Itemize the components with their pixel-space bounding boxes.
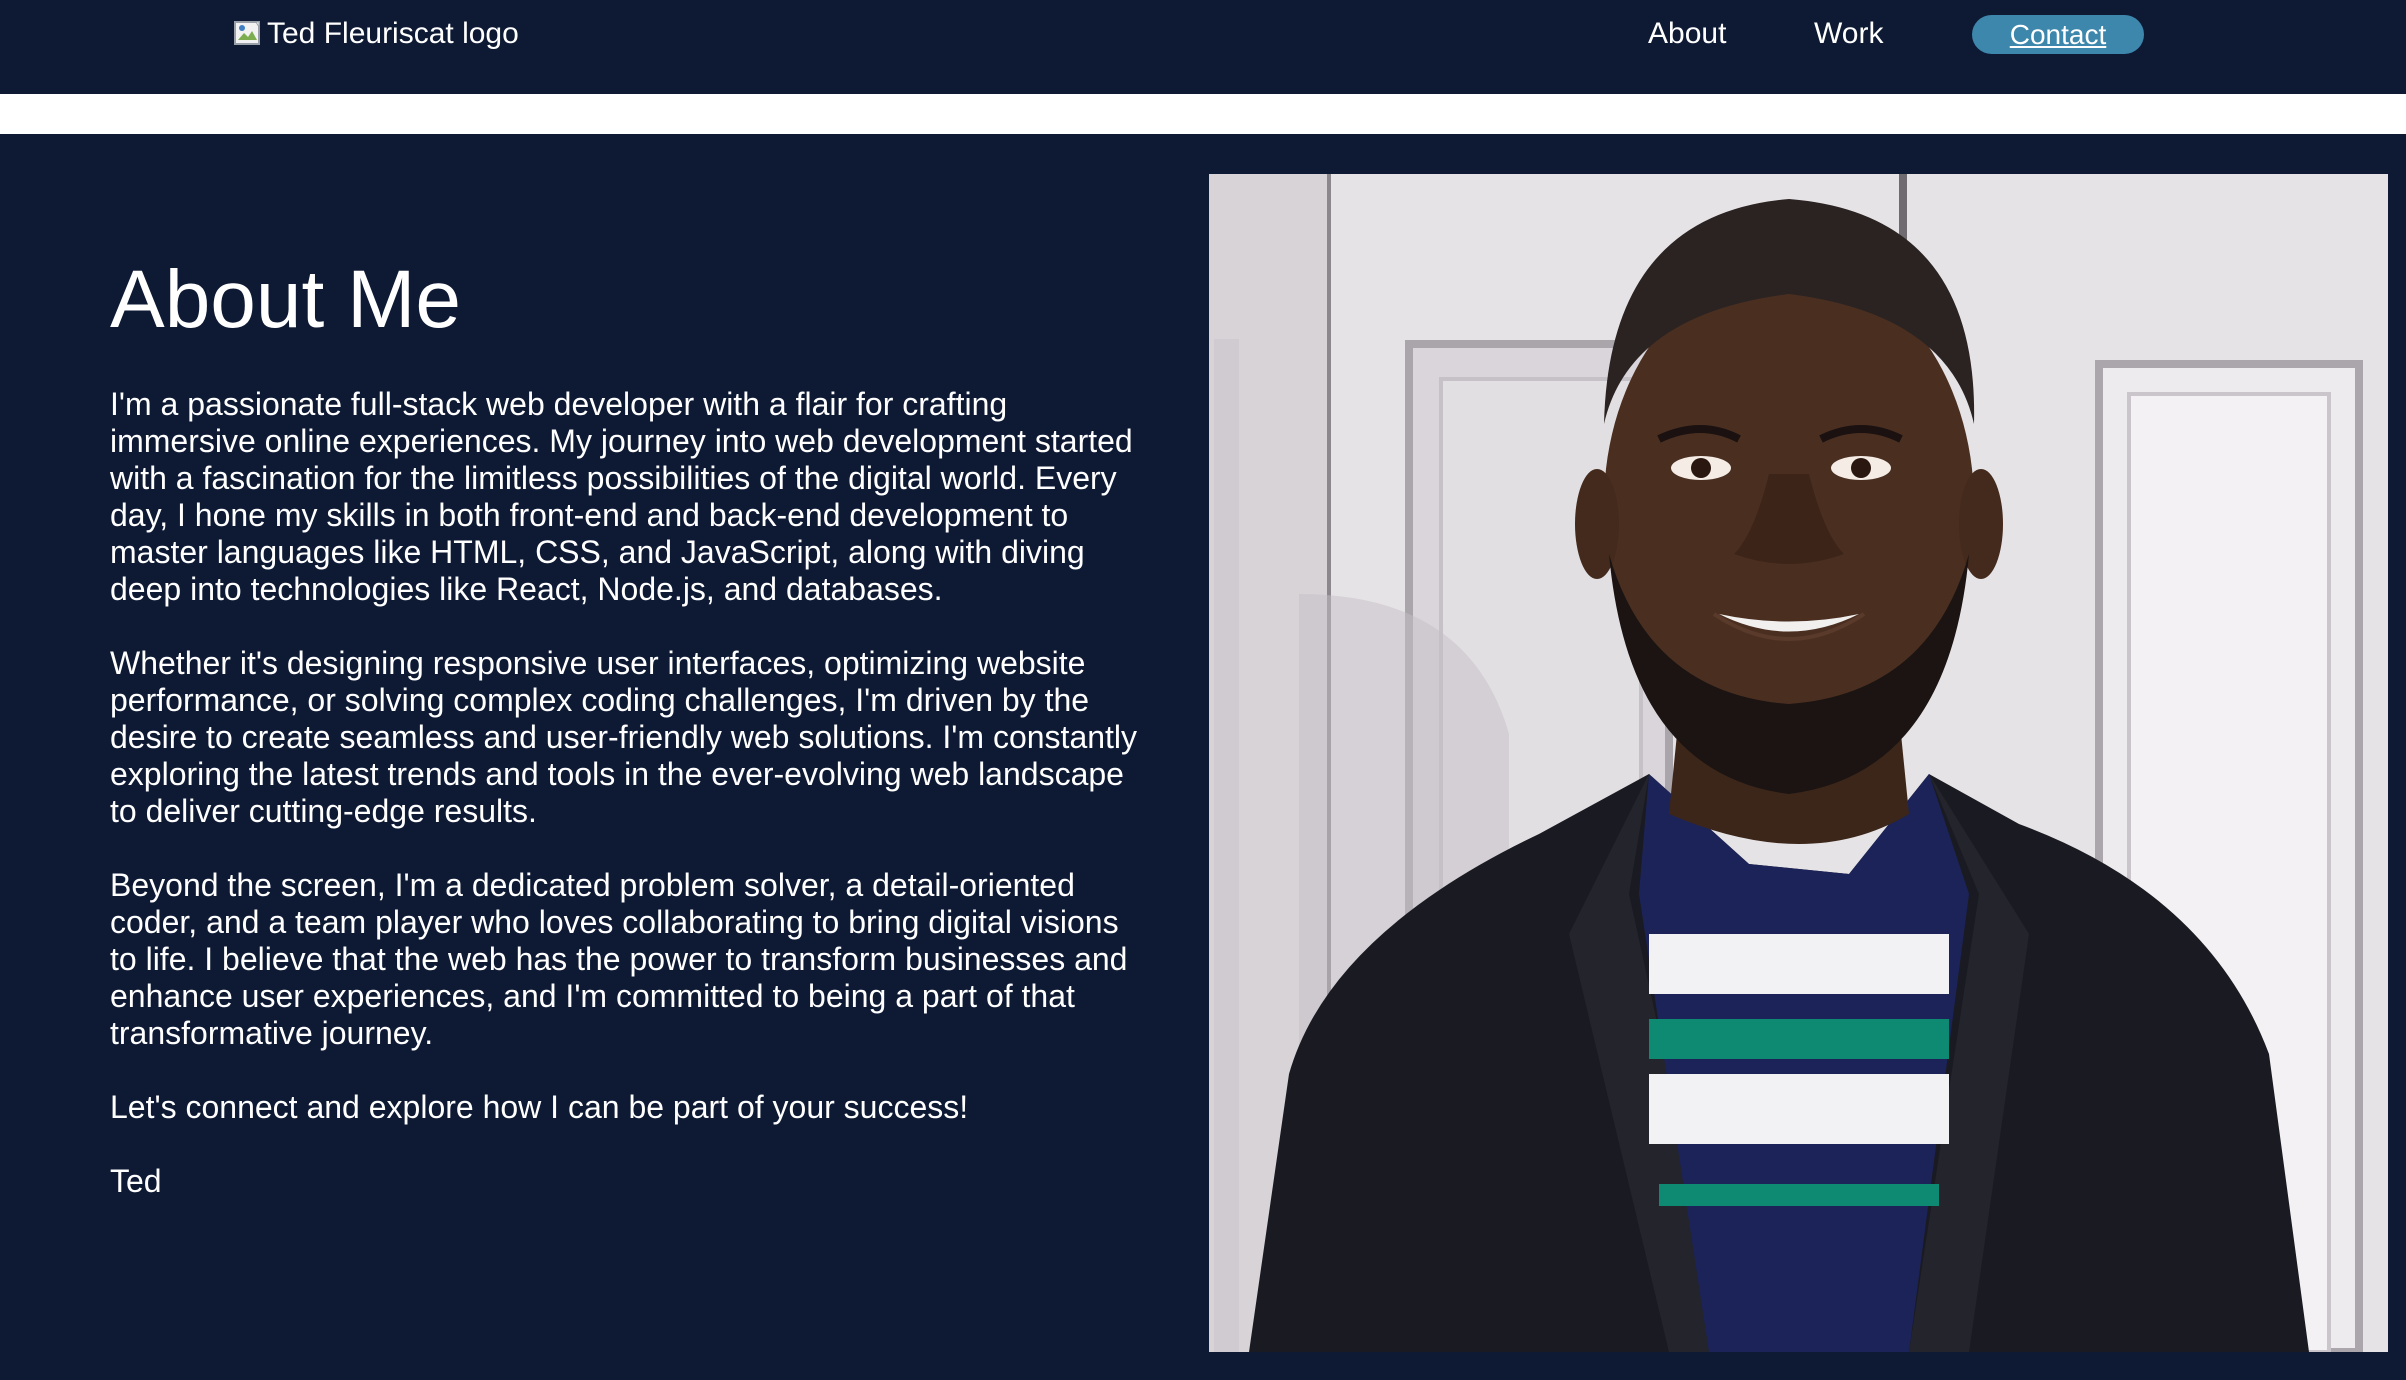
site-logo[interactable]: Ted Fleuriscat logo	[233, 14, 519, 54]
nav-about-link[interactable]: About	[1648, 14, 1726, 54]
nav-work-link[interactable]: Work	[1814, 14, 1883, 54]
logo-alt-text: Ted Fleuriscat logo	[267, 17, 519, 50]
about-signature: Ted	[110, 1163, 162, 1199]
about-paragraph-4: Let's connect and explore how I can be p…	[110, 1089, 969, 1125]
broken-image-icon	[233, 19, 265, 49]
top-navbar: Ted Fleuriscat logo About Work Contact	[0, 0, 2406, 94]
profile-photo	[1209, 174, 2388, 1352]
about-paragraph-1: I'm a passionate full-stack web develope…	[110, 386, 1133, 607]
about-paragraph-3: Beyond the screen, I'm a dedicated probl…	[110, 867, 1128, 1051]
about-body: I'm a passionate full-stack web develope…	[110, 386, 1140, 1237]
contact-button[interactable]: Contact	[1972, 15, 2144, 54]
profile-photo-illustration	[1209, 174, 2388, 1352]
about-paragraph-2: Whether it's designing responsive user i…	[110, 645, 1138, 829]
header-divider-strip	[0, 94, 2406, 134]
about-title: About Me	[110, 254, 461, 345]
